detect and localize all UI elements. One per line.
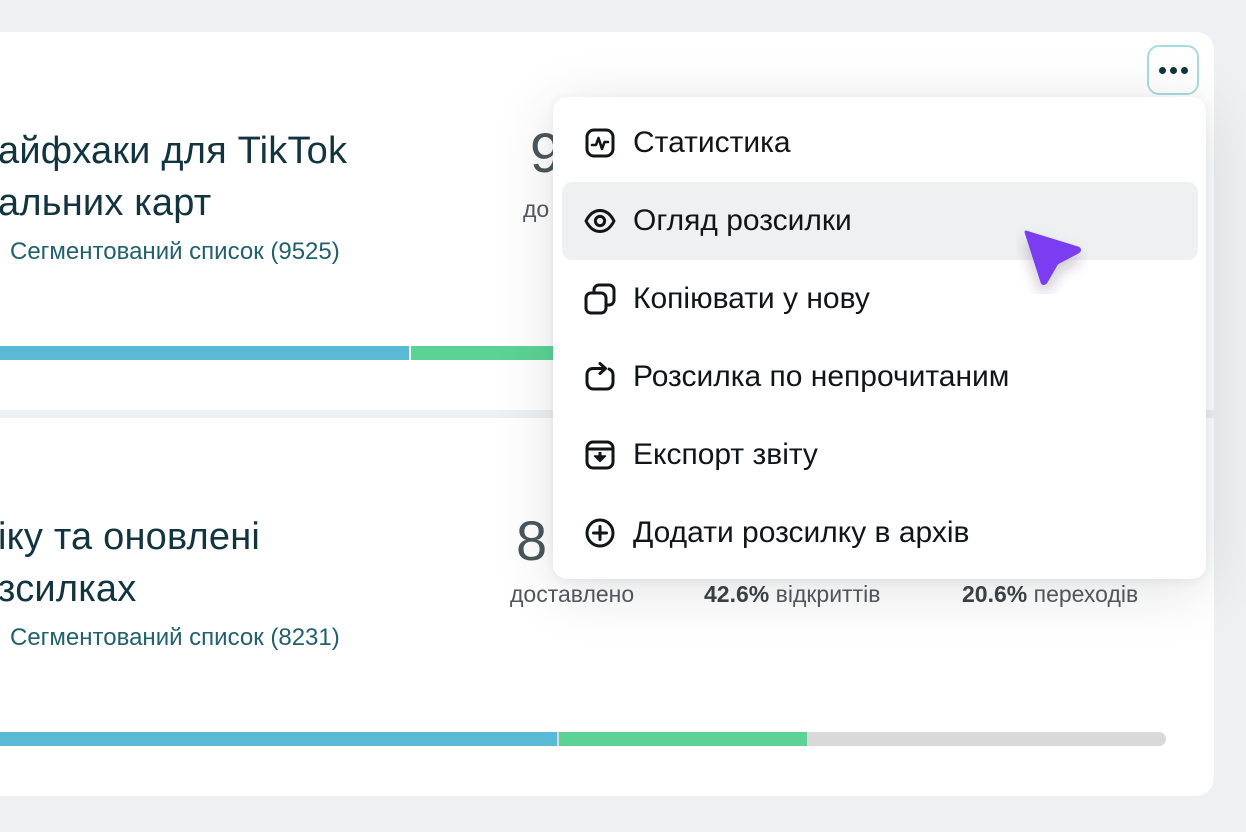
plus-circle-icon xyxy=(583,516,617,550)
campaign-segment-link[interactable]: Сегментований список (8231) xyxy=(10,624,340,652)
delivered-label: до xyxy=(523,196,550,222)
menu-item-copy[interactable]: Копіювати у нову xyxy=(562,260,1198,338)
menu-item-preview[interactable]: Огляд розсилки xyxy=(562,182,1198,260)
opens-label: відкриттів xyxy=(775,581,881,607)
more-options-button[interactable] xyxy=(1147,45,1199,95)
opens-stat: 42.6% відкриттів xyxy=(704,581,880,608)
menu-item-label: Додати розсилку в архів xyxy=(633,516,970,549)
mouse-cursor-icon xyxy=(1016,222,1088,299)
menu-item-export-report[interactable]: Експорт звіту xyxy=(562,416,1198,494)
dot-icon xyxy=(1169,66,1177,74)
campaign-title-line[interactable]: зсилках xyxy=(0,564,136,614)
delivered-progress-segment xyxy=(0,346,409,360)
opened-progress-segment xyxy=(559,732,807,746)
clicks-stat: 20.6% переходів xyxy=(962,581,1138,608)
menu-item-label: Експорт звіту xyxy=(633,438,818,471)
menu-item-statistics[interactable]: Статистика xyxy=(562,104,1198,182)
dot-icon xyxy=(1180,66,1188,74)
delivered-progress-segment xyxy=(0,732,557,746)
copy-icon xyxy=(583,282,617,316)
download-box-icon xyxy=(583,438,617,472)
campaign-actions-menu: Статистика Огляд розсилки Копіювати у но… xyxy=(553,97,1206,579)
chart-line-icon xyxy=(583,126,617,160)
menu-item-label: Статистика xyxy=(633,126,791,159)
menu-item-archive[interactable]: Додати розсилку в архів xyxy=(562,494,1198,572)
dot-icon xyxy=(1158,66,1166,74)
eye-icon xyxy=(583,204,617,238)
menu-item-resend-unread[interactable]: Розсилка по непрочитаним xyxy=(562,338,1198,416)
menu-item-label: Огляд розсилки xyxy=(633,204,852,237)
opens-value: 42.6% xyxy=(704,581,770,607)
campaign-title-line[interactable]: іку та оновлені xyxy=(0,512,260,562)
campaign-title-line[interactable]: альних карт xyxy=(0,178,211,228)
delivered-count: 8 xyxy=(516,509,548,572)
opened-progress-segment xyxy=(411,346,561,360)
clicks-label: переходів xyxy=(1033,581,1139,607)
campaign-title-line[interactable]: айфхаки для TikTok xyxy=(0,126,347,176)
delivered-label: доставлено xyxy=(510,581,635,607)
menu-item-label: Розсилка по непрочитаним xyxy=(633,360,1010,393)
menu-item-label: Копіювати у нову xyxy=(633,282,870,315)
clicks-value: 20.6% xyxy=(962,581,1028,607)
campaign-segment-link[interactable]: Сегментований список (9525) xyxy=(10,238,340,266)
refresh-icon xyxy=(583,360,617,394)
